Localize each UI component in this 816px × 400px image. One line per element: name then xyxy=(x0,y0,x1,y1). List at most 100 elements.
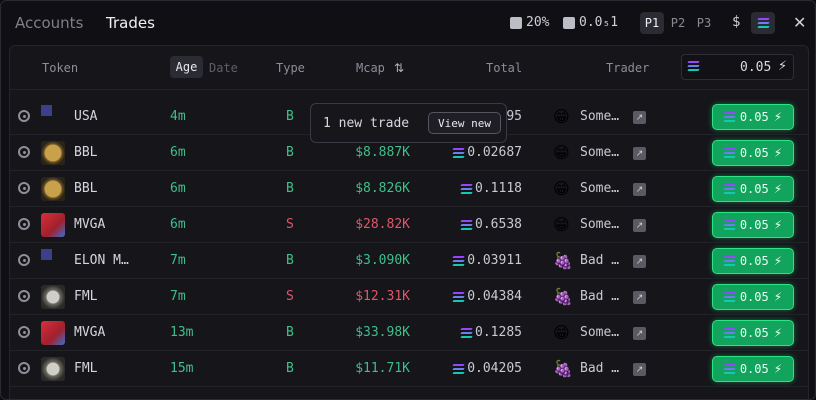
sort-icon[interactable]: ⇅ xyxy=(394,61,404,75)
external-link-icon[interactable]: ↗ xyxy=(633,327,646,340)
trader-avatar: 🍇 xyxy=(553,359,573,378)
solana-icon xyxy=(723,328,736,338)
table-row[interactable]: BBL 6m B $8.826K 0.1118 😁 Some… ↗ 0.05 ⚡ xyxy=(10,171,808,207)
fee-setting[interactable]: 20% xyxy=(510,15,549,30)
token-image xyxy=(41,357,65,381)
sol-toggle[interactable] xyxy=(751,12,775,34)
preset-p1-button[interactable]: P1 xyxy=(640,12,664,34)
token-name[interactable]: FML xyxy=(74,361,97,376)
trade-mcap: $8.826K xyxy=(355,181,410,196)
scope-icon[interactable] xyxy=(18,362,30,374)
external-link-icon[interactable]: ↗ xyxy=(633,219,646,232)
close-icon[interactable]: ✕ xyxy=(793,13,806,32)
trade-mcap: $8.887K xyxy=(355,145,410,160)
scope-icon[interactable] xyxy=(18,218,30,230)
trader-name[interactable]: Some… xyxy=(580,325,619,340)
table-row[interactable]: MVGA 6m S $28.82K 0.6538 😁 Some… ↗ 0.05 ⚡ xyxy=(10,207,808,243)
usd-toggle[interactable]: $ xyxy=(732,14,740,30)
solana-icon xyxy=(687,61,700,71)
table-row[interactable]: FML 7m S $12.31K 0.04384 🍇 Bad … ↗ 0.05 ⚡ xyxy=(10,279,808,315)
trade-type: B xyxy=(286,181,294,196)
tab-trades[interactable]: Trades xyxy=(106,14,155,32)
trade-total-value: 0.1285 xyxy=(475,325,522,340)
trade-total: 0.03911 xyxy=(430,253,522,268)
scope-icon[interactable] xyxy=(18,110,30,122)
trade-total-value: 0.02687 xyxy=(467,145,522,160)
trade-age: 13m xyxy=(170,325,194,340)
trade-total: 0.04205 xyxy=(430,361,522,376)
trade-total: 0.1285 xyxy=(430,325,522,340)
external-link-icon[interactable]: ↗ xyxy=(633,147,646,160)
external-link-icon[interactable]: ↗ xyxy=(633,255,646,268)
trader-name[interactable]: Bad … xyxy=(580,289,619,304)
preset-p3-button[interactable]: P3 xyxy=(692,12,716,34)
trader-name[interactable]: Some… xyxy=(580,181,619,196)
token-name[interactable]: BBL xyxy=(74,181,97,196)
solana-icon xyxy=(452,291,465,302)
quick-buy-label: 0.05 xyxy=(739,326,769,340)
quick-buy-button[interactable]: 0.05 ⚡ xyxy=(712,248,794,274)
token-name[interactable]: ELON M… xyxy=(74,253,129,268)
quick-buy-label: 0.05 xyxy=(739,110,769,124)
scope-icon[interactable] xyxy=(18,254,30,266)
scope-icon[interactable] xyxy=(18,182,30,194)
scope-icon[interactable] xyxy=(18,326,30,338)
external-link-icon[interactable]: ↗ xyxy=(633,291,646,304)
lightning-icon: ⚡ xyxy=(773,326,783,340)
trader-name[interactable]: Some… xyxy=(580,109,619,124)
header-trader: Trader xyxy=(606,61,650,75)
solana-icon xyxy=(723,220,736,230)
external-link-icon[interactable]: ↗ xyxy=(633,363,646,376)
external-link-icon[interactable]: ↗ xyxy=(633,183,646,196)
trade-total: 0.1118 xyxy=(430,181,522,196)
quick-buy-button[interactable]: 0.05 ⚡ xyxy=(712,104,794,130)
quick-buy-label: 0.05 xyxy=(739,182,769,196)
trader-avatar: 😁 xyxy=(553,215,570,234)
view-new-button[interactable]: View new xyxy=(428,112,501,134)
solana-icon xyxy=(452,255,465,266)
trade-total-value: 95 xyxy=(506,109,522,124)
lightning-icon: ⚡ xyxy=(773,110,783,124)
token-name[interactable]: FML xyxy=(74,289,97,304)
preset-p2-button[interactable]: P2 xyxy=(666,12,690,34)
scope-icon[interactable] xyxy=(18,290,30,302)
quick-buy-amount-input[interactable]: 0.05 ⚡ xyxy=(681,54,794,80)
token-image xyxy=(41,321,65,345)
scope-icon[interactable] xyxy=(18,146,30,158)
trade-age: 7m xyxy=(170,253,186,268)
token-name[interactable]: USA xyxy=(74,109,97,124)
header-age-toggle[interactable]: Age xyxy=(170,56,203,78)
table-row[interactable]: MVGA 13m B $33.98K 0.1285 😁 Some… ↗ 0.05 ⚡ xyxy=(10,315,808,351)
token-name[interactable]: MVGA xyxy=(74,217,105,232)
solana-icon xyxy=(460,327,473,338)
solana-icon xyxy=(723,256,736,266)
quick-buy-button[interactable]: 0.05 ⚡ xyxy=(712,176,794,202)
quick-buy-button[interactable]: 0.05 ⚡ xyxy=(712,284,794,310)
table-row[interactable]: ELON M… 7m B $3.090K 0.03911 🍇 Bad … ↗ 0.05 ⚡ xyxy=(10,243,808,279)
trade-mcap: $11.71K xyxy=(355,361,410,376)
trader-avatar: 🍇 xyxy=(553,251,573,270)
token-name[interactable]: BBL xyxy=(74,145,97,160)
quick-buy-button[interactable]: 0.05 ⚡ xyxy=(712,212,794,238)
trader-name[interactable]: Some… xyxy=(580,217,619,232)
trade-age: 7m xyxy=(170,289,186,304)
trade-total: 0.02687 xyxy=(430,145,522,160)
lightning-icon: ⚡ xyxy=(773,290,783,304)
solana-icon xyxy=(723,184,736,194)
priority-fee-setting[interactable]: 0.0₅1 xyxy=(563,15,618,30)
trader-name[interactable]: Bad … xyxy=(580,253,619,268)
token-name[interactable]: MVGA xyxy=(74,325,105,340)
quick-buy-button[interactable]: 0.05 ⚡ xyxy=(712,356,794,382)
trade-total: 0.04384 xyxy=(430,289,522,304)
trade-age: 6m xyxy=(170,217,186,232)
table-row[interactable]: FML 15m B $11.71K 0.04205 🍇 Bad … ↗ 0.05 ⚡ xyxy=(10,351,808,387)
quick-buy-button[interactable]: 0.05 ⚡ xyxy=(712,320,794,346)
quick-buy-button[interactable]: 0.05 ⚡ xyxy=(712,140,794,166)
trader-name[interactable]: Bad … xyxy=(580,361,619,376)
header-mcap: Mcap xyxy=(356,61,385,75)
tab-accounts[interactable]: Accounts xyxy=(15,14,83,32)
header-date-toggle[interactable]: Date xyxy=(209,61,238,75)
external-link-icon[interactable]: ↗ xyxy=(633,111,646,124)
trader-name[interactable]: Some… xyxy=(580,145,619,160)
lightning-icon: ⚡ xyxy=(778,59,788,74)
